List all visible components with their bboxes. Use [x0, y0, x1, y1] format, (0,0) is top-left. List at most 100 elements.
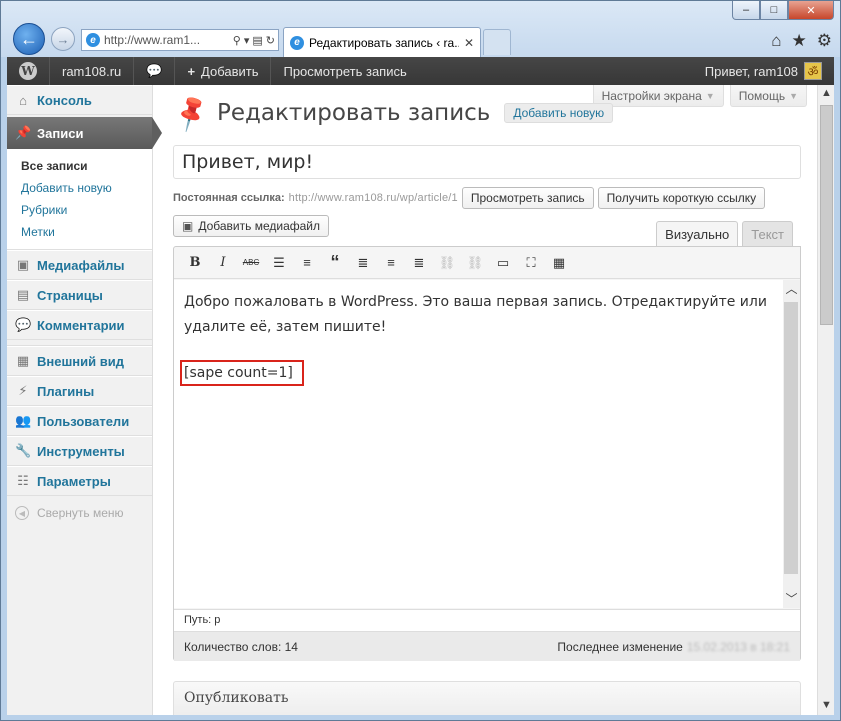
- publish-box: Опубликовать: [173, 681, 801, 715]
- get-shortlink-button[interactable]: Получить короткую ссылку: [597, 187, 766, 209]
- align-right-icon[interactable]: ≣: [406, 250, 432, 276]
- sidebar-item-tools[interactable]: 🔧 Инструменты: [7, 436, 152, 466]
- browser-tab-active[interactable]: e Редактировать запись ‹ ra... ✕: [283, 27, 481, 57]
- kitchen-sink-icon[interactable]: ▦: [546, 250, 572, 276]
- add-new-link[interactable]: + Добавить: [175, 57, 272, 85]
- wp-admin-bar: W ram108.ru 💬 + Добавить Просмотреть зап…: [7, 57, 834, 85]
- submenu-categories[interactable]: Рубрики: [21, 199, 152, 221]
- tools-icon: 🔧: [15, 443, 32, 458]
- window-controls: – □ ✕: [732, 1, 834, 20]
- close-button[interactable]: ✕: [788, 1, 834, 20]
- sidebar-item-label: Страницы: [37, 287, 103, 303]
- view-post-button[interactable]: Просмотреть запись: [461, 187, 594, 209]
- editor-path: Путь: p: [174, 609, 800, 631]
- tab-text[interactable]: Текст: [742, 221, 793, 247]
- minimize-button[interactable]: –: [732, 1, 760, 20]
- wordpress-logo-icon: W: [19, 62, 37, 80]
- dropdown-icon[interactable]: ▾: [244, 34, 250, 47]
- media-icon: ▣: [16, 257, 30, 272]
- sidebar-item-pages[interactable]: ▤ Страницы: [7, 280, 152, 310]
- sidebar-item-label: Записи: [37, 125, 84, 141]
- page-scrollbar[interactable]: ▲ ▼: [817, 85, 834, 715]
- scroll-down-icon[interactable]: ▼: [818, 699, 835, 711]
- plugins-icon: ⚡: [18, 383, 28, 398]
- align-left-icon[interactable]: ≣: [350, 250, 376, 276]
- word-count: Количество слов: 14: [184, 639, 298, 654]
- collapse-menu[interactable]: ◀ Свернуть меню: [7, 496, 152, 530]
- italic-icon[interactable]: I: [210, 250, 236, 276]
- help-button[interactable]: Помощь ▼: [729, 85, 807, 107]
- home-icon[interactable]: ⌂: [771, 31, 781, 51]
- new-tab-button[interactable]: [483, 29, 511, 55]
- post-title-input[interactable]: Привет, мир!: [173, 145, 801, 179]
- posts-submenu: Все записи Добавить новую Рубрики Метки: [7, 149, 152, 250]
- search-icon[interactable]: ⚲: [233, 34, 241, 47]
- chevron-down-icon: ▼: [705, 90, 715, 101]
- numbered-list-icon[interactable]: ≡: [294, 250, 320, 276]
- add-media-button[interactable]: ▣ Добавить медиафайл: [173, 215, 330, 237]
- scroll-up-icon[interactable]: ︿: [783, 280, 800, 298]
- sidebar-item-label: Медиафайлы: [37, 257, 125, 273]
- address-bar[interactable]: e http://www.ram1... ⚲ ▾ ▤ ↻: [81, 29, 279, 51]
- compat-icon[interactable]: ▤: [252, 34, 262, 47]
- scroll-up-icon[interactable]: ▲: [818, 87, 835, 99]
- dashboard-icon: ⌂: [19, 92, 27, 108]
- forward-arrow-icon[interactable]: →: [51, 27, 75, 51]
- submenu-add-new[interactable]: Добавить новую: [21, 177, 152, 199]
- blockquote-icon[interactable]: “: [322, 250, 348, 276]
- bold-icon[interactable]: B: [182, 250, 208, 276]
- sidebar-item-plugins[interactable]: ⚡ Плагины: [7, 376, 152, 406]
- settings-icon: ☷: [17, 473, 29, 488]
- editor-scrollbar[interactable]: ︿ ﹀: [783, 280, 800, 608]
- strikethrough-icon[interactable]: ABC: [238, 250, 264, 276]
- link-icon[interactable]: ⛓: [434, 250, 460, 276]
- tab-close-icon[interactable]: ✕: [464, 36, 480, 50]
- site-name-link[interactable]: ram108.ru: [50, 57, 135, 85]
- scroll-thumb[interactable]: [784, 302, 798, 574]
- unlink-icon[interactable]: ⛓: [462, 250, 488, 276]
- refresh-icon[interactable]: ↻: [266, 34, 275, 47]
- address-tools: ⚲ ▾ ▤ ↻: [233, 34, 278, 47]
- add-new-post-button[interactable]: Добавить новую: [504, 103, 614, 123]
- back-arrow-icon[interactable]: ←: [13, 23, 45, 55]
- site-name: ram108.ru: [62, 63, 122, 79]
- sidebar-item-label: Внешний вид: [37, 353, 124, 369]
- main-content: Настройки экрана ▼ Помощь ▼ 📌 Редактиров…: [169, 85, 807, 715]
- view-post-link[interactable]: Просмотреть запись: [271, 57, 418, 85]
- comments-link[interactable]: 💬: [134, 57, 176, 85]
- fullscreen-icon[interactable]: ⛶: [518, 250, 544, 276]
- sidebar-item-posts[interactable]: 📌 Записи: [7, 117, 162, 149]
- greeting: Привет, ram108: [704, 63, 798, 79]
- maximize-button[interactable]: □: [760, 1, 788, 20]
- ie-icon: e: [290, 35, 304, 50]
- permalink-url[interactable]: http://www.ram108.ru/wp/article/1: [289, 192, 458, 204]
- sidebar-item-users[interactable]: 👥 Пользователи: [7, 406, 152, 436]
- sidebar-item-settings[interactable]: ☷ Параметры: [7, 466, 152, 496]
- sidebar-item-dashboard[interactable]: ⌂ Консоль: [7, 85, 152, 115]
- address-url[interactable]: http://www.ram1...: [104, 33, 229, 47]
- tab-title: Редактировать запись ‹ ra...: [309, 35, 459, 50]
- tab-visual[interactable]: Визуально: [656, 221, 739, 247]
- collapse-label: Свернуть меню: [37, 506, 124, 520]
- scroll-down-icon[interactable]: ﹀: [783, 590, 800, 608]
- gear-icon[interactable]: ⚙: [817, 31, 832, 51]
- bullet-list-icon[interactable]: ☰: [266, 250, 292, 276]
- scroll-thumb[interactable]: [820, 105, 833, 325]
- more-tag-icon[interactable]: ▭: [490, 250, 516, 276]
- submenu-tags[interactable]: Метки: [21, 221, 152, 243]
- wp-logo-menu[interactable]: W: [7, 57, 50, 85]
- publish-box-title[interactable]: Опубликовать: [184, 690, 288, 706]
- submenu-all-posts[interactable]: Все записи: [21, 155, 152, 177]
- align-center-icon[interactable]: ≡: [378, 250, 404, 276]
- sidebar-item-comments[interactable]: 💬 Комментарии: [7, 310, 152, 340]
- star-icon[interactable]: ★: [792, 31, 807, 51]
- sidebar-item-appearance[interactable]: ▦ Внешний вид: [7, 346, 152, 376]
- browser-window: – □ ✕ ← → e http://www.ram1... ⚲ ▾ ▤ ↻ e…: [0, 0, 841, 721]
- avatar: ॐ: [804, 62, 822, 80]
- appearance-icon: ▦: [16, 353, 30, 368]
- account-menu[interactable]: Привет, ram108 ॐ: [693, 57, 834, 85]
- view-post-label: Просмотреть запись: [283, 63, 407, 79]
- permalink-row: Постоянная ссылка: http://www.ram108.ru/…: [173, 187, 766, 209]
- sidebar-item-media[interactable]: ▣ Медиафайлы: [7, 250, 152, 280]
- editor-content[interactable]: Добро пожаловать в WordPress. Это ваша п…: [174, 280, 784, 608]
